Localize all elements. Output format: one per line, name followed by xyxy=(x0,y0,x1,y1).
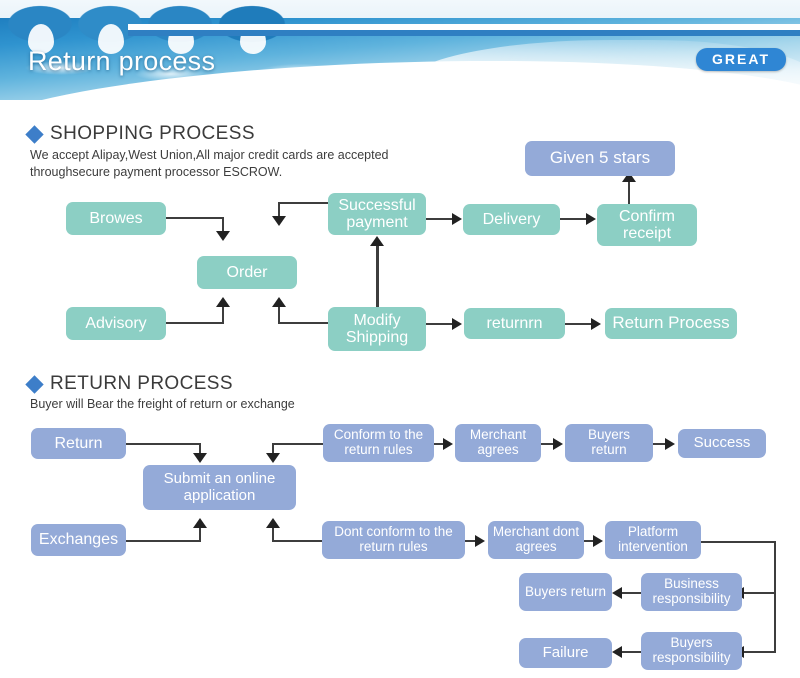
flow-box-buyers-responsibility[interactable]: Buyers responsibility xyxy=(641,632,742,670)
arrow-down-to-order-right xyxy=(272,216,286,226)
flow-box-buyers-return[interactable]: Buyers return xyxy=(519,573,612,611)
flow-box-order[interactable]: Order xyxy=(197,256,297,289)
flow-box-success[interactable]: Success xyxy=(678,429,766,458)
flow-box-return-process[interactable]: Return Process xyxy=(605,308,737,339)
arrow-up-modify-payment xyxy=(370,236,384,246)
arrow-right-merchantdont-platform xyxy=(593,535,603,547)
flow-box-return[interactable]: Return xyxy=(31,428,126,459)
flow-box-platform-intervention[interactable]: Platform intervention xyxy=(605,521,701,559)
connector-modify-return xyxy=(426,323,454,325)
flow-box-modify-shipping[interactable]: Modify Shipping xyxy=(328,307,426,351)
connector-modify-up xyxy=(278,306,280,324)
flow-box-returnrn[interactable]: returnrn xyxy=(464,308,565,339)
connector-bus-buyersresp xyxy=(744,651,776,653)
arrow-down-submit-conform xyxy=(266,453,280,463)
header-banner: Return process GREAT xyxy=(0,0,800,100)
shopping-process-title: SHOPPING PROCESS xyxy=(50,123,255,144)
flow-box-submit-an-online-application[interactable]: Submit an online application xyxy=(143,465,296,510)
arrow-down-return-submit xyxy=(193,453,207,463)
connector-payment-delivery xyxy=(426,218,454,220)
connector-dontconform-left xyxy=(272,540,322,542)
flow-box-dont-conform-to-the-return-rules[interactable]: Dont conform to the return rules xyxy=(322,521,465,559)
connector-dontconform-up xyxy=(272,527,274,542)
connector-advisory-right xyxy=(166,322,224,324)
arrow-right-delivery-confirm xyxy=(586,213,596,225)
shopping-subtitle-line-2: throughsecure payment processor ESCROW. xyxy=(30,165,283,179)
shopping-process-heading: SHOPPING PROCESS xyxy=(25,123,255,145)
arrow-right-conform-merchant xyxy=(443,438,453,450)
arrow-up-advisory-order xyxy=(216,297,230,307)
page-title: Return process xyxy=(28,46,216,76)
flow-box-advisory[interactable]: Advisory xyxy=(66,307,166,340)
flow-box-merchant-agrees[interactable]: Merchant agrees xyxy=(455,424,541,462)
connector-delivery-confirm xyxy=(560,218,588,220)
flow-box-confirm-receipt[interactable]: Confirm receipt xyxy=(597,204,697,246)
flow-box-exchanges[interactable]: Exchanges xyxy=(31,524,126,556)
connector-buyersresp-failure xyxy=(622,651,641,653)
banner-blue-rule xyxy=(128,30,800,36)
return-process-title: RETURN PROCESS xyxy=(50,373,233,394)
diamond-bullet-icon xyxy=(25,374,44,394)
great-badge: GREAT xyxy=(696,48,786,71)
arrow-left-buyersresp-failure xyxy=(612,646,622,658)
connector-business-buyersreturn xyxy=(622,592,641,594)
connector-confirm-stars xyxy=(628,180,630,206)
flow-box-buyers-return[interactable]: Buyers return xyxy=(565,424,653,462)
arrow-up-order-right xyxy=(272,297,286,307)
diamond-bullet-icon xyxy=(25,124,44,144)
arrow-left-business-buyersreturn xyxy=(612,587,622,599)
flow-box-business-responsibility[interactable]: Business responsibility xyxy=(641,573,742,611)
shopping-process-subtitle: We accept Alipay,West Union,All major cr… xyxy=(30,147,389,181)
arrow-right-dontconform-merchantdont xyxy=(475,535,485,547)
connector-modify-left xyxy=(278,322,328,324)
flow-box-successful-payment[interactable]: Successful payment xyxy=(328,193,426,235)
connector-exchanges-up xyxy=(199,527,201,542)
connector-return-returnprocess xyxy=(565,323,593,325)
return-process-heading: RETURN PROCESS xyxy=(25,373,233,395)
arrow-right-modify-return xyxy=(452,318,462,330)
return-process-subtitle: Buyer will Bear the freight of return or… xyxy=(30,396,295,413)
connector-platform-right xyxy=(701,541,776,543)
connector-conform-left xyxy=(272,443,323,445)
flow-box-browes[interactable]: Browes xyxy=(66,202,166,235)
flow-box-delivery[interactable]: Delivery xyxy=(463,204,560,235)
return-subtitle-line-1: Buyer will Bear the freight of return or… xyxy=(30,397,295,411)
connector-advisory-up xyxy=(222,306,224,324)
connector-exchanges-right xyxy=(126,540,201,542)
arrow-right-payment-delivery xyxy=(452,213,462,225)
page-root: Return process GREAT SHOPPING PROCESS We… xyxy=(0,0,800,678)
connector-return-right xyxy=(126,443,201,445)
flow-box-failure[interactable]: Failure xyxy=(519,638,612,668)
arrow-up-submit-dontconform xyxy=(266,518,280,528)
arrow-right-buyers-success xyxy=(665,438,675,450)
connector-bus-business xyxy=(744,592,776,594)
connector-modify-to-payment xyxy=(376,245,379,307)
arrow-up-exchanges-submit xyxy=(193,518,207,528)
arrow-down-browes-order xyxy=(216,231,230,241)
connector-platform-vertical-bus xyxy=(774,541,776,653)
arrow-right-merchant-buyers xyxy=(553,438,563,450)
connector-payment-left xyxy=(278,202,328,204)
shopping-subtitle-line-1: We accept Alipay,West Union,All major cr… xyxy=(30,148,389,162)
connector-browes-right xyxy=(166,217,224,219)
flow-box-conform-to-the-return-rules[interactable]: Conform to the return rules xyxy=(323,424,434,462)
arrow-right-return-returnprocess xyxy=(591,318,601,330)
flow-box-given-5-stars[interactable]: Given 5 stars xyxy=(525,141,675,176)
flow-box-merchant-dont-agrees[interactable]: Merchant dont agrees xyxy=(488,521,584,559)
